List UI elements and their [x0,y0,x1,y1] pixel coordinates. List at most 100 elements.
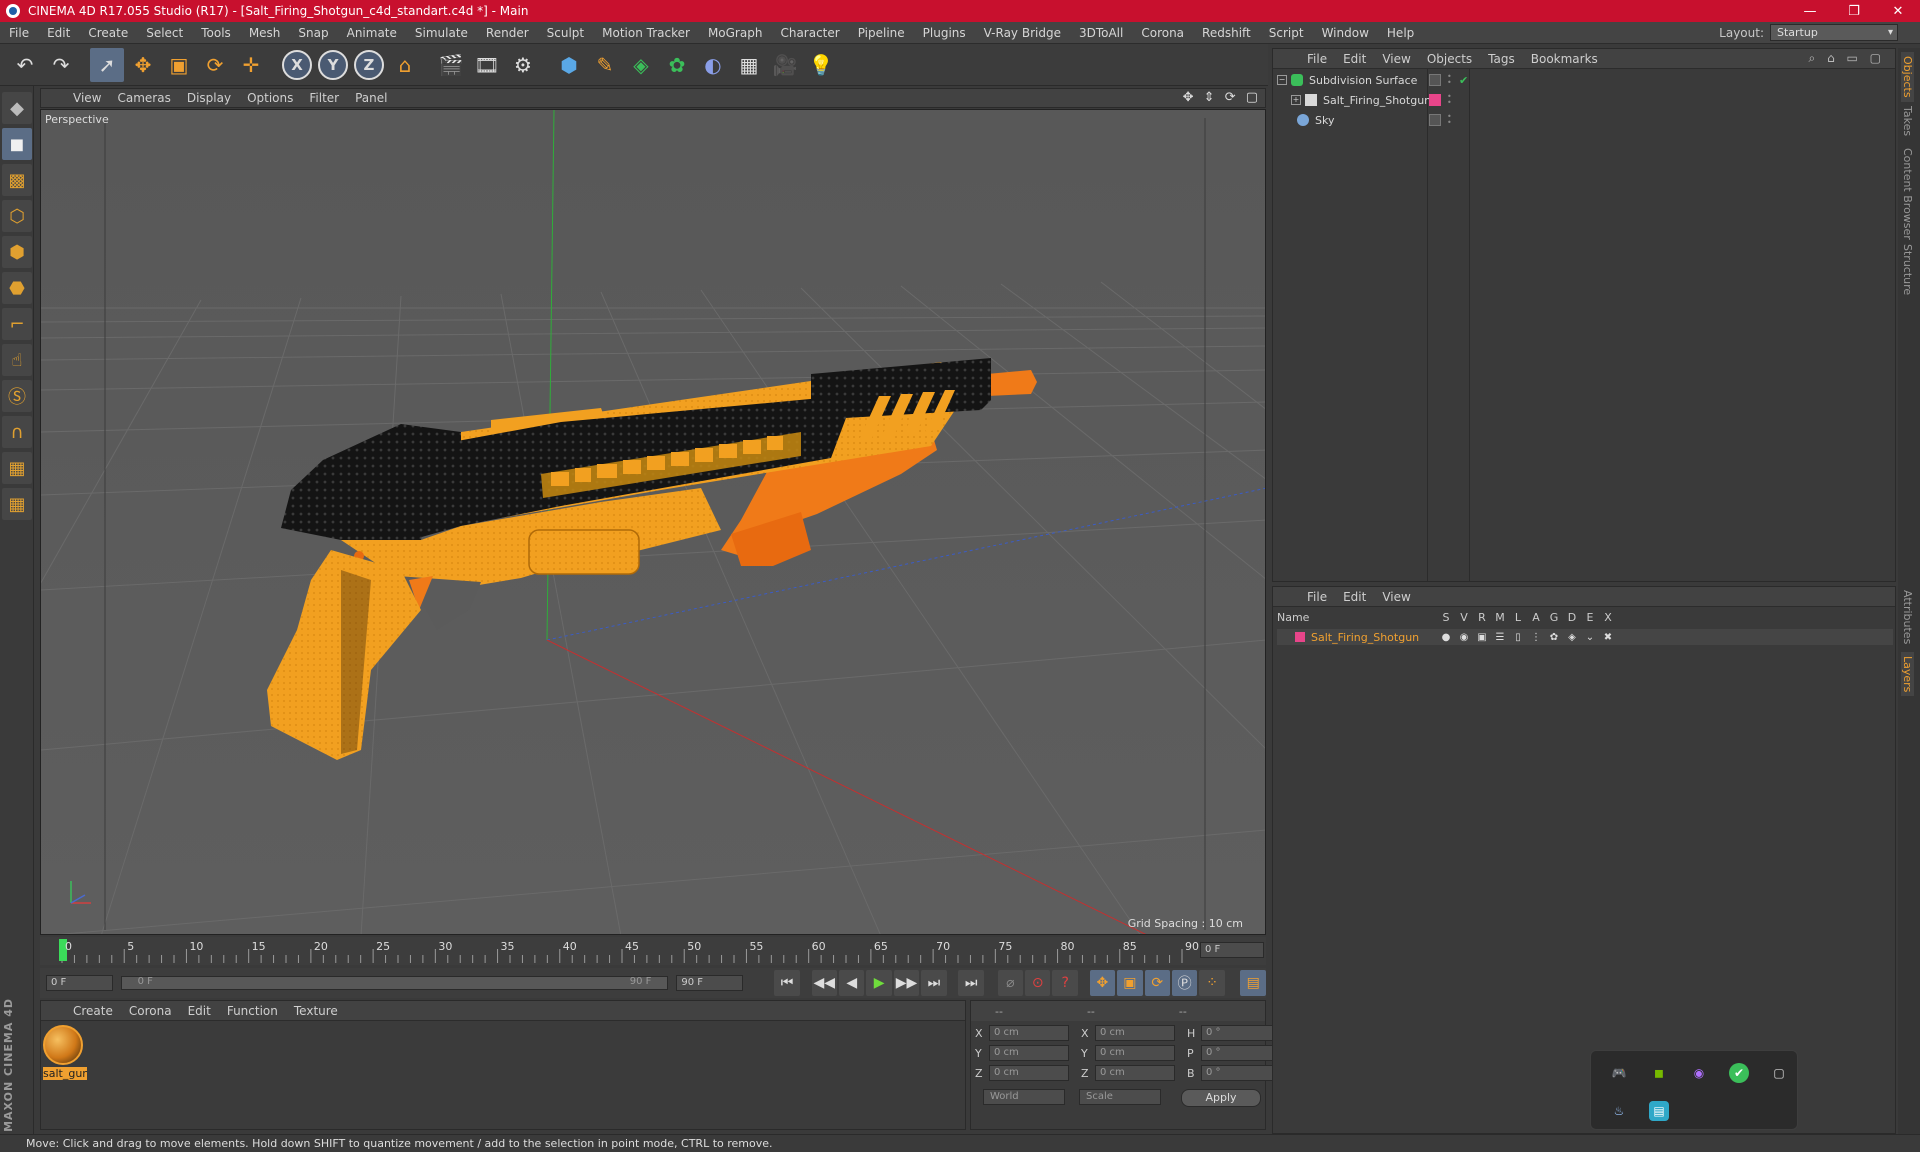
key-parameter-icon[interactable]: Ⓟ [1171,970,1198,996]
previous-key-icon[interactable]: ◀◀ [811,970,837,996]
object-row-sky[interactable]: Sky • • [1273,111,1895,129]
undo-icon[interactable]: ↶ [8,48,42,82]
perspective-viewport[interactable]: Perspective Grid Spacing : 10 cm [40,109,1266,935]
make-editable-icon[interactable]: ◆ [2,92,32,124]
tab-content-browser[interactable]: Content Browser [1901,148,1914,240]
object-visibility-toggles[interactable]: • • ✔ [1429,73,1468,87]
expand-icon[interactable]: + [1291,95,1301,105]
cloner-icon[interactable]: ✿ [660,48,694,82]
monitor-app-icon[interactable]: ▤ [1649,1101,1669,1121]
menu-simulate[interactable]: Simulate [406,26,477,40]
start-frame-field[interactable]: 0 F [46,975,113,991]
go-to-end-icon[interactable]: ⏭ [958,970,984,996]
material-menu-texture[interactable]: Texture [286,1004,346,1018]
layer-animation-toggle[interactable]: ⋮ [1527,632,1545,643]
discord-icon[interactable]: 🎮 [1609,1063,1629,1083]
menu-file[interactable]: File [0,26,38,40]
pen-spline-icon[interactable]: ✎ [588,48,622,82]
menu-mograph[interactable]: MoGraph [699,26,772,40]
light-icon[interactable]: 💡 [804,48,838,82]
layer-generator-toggle[interactable]: ✿ [1545,632,1563,643]
menu-help[interactable]: Help [1378,26,1423,40]
viewport-menu-filter[interactable]: Filter [301,91,347,105]
model-mode-icon[interactable]: ◼ [2,128,32,160]
close-button[interactable]: ✕ [1876,0,1920,22]
object-menu-objects[interactable]: Objects [1419,52,1480,66]
x-axis-lock-button[interactable]: X [282,49,312,80]
end-frame-field[interactable]: 90 F [676,975,744,991]
cube-primitive-icon[interactable]: ⬢ [552,48,586,82]
layer-menu-edit[interactable]: Edit [1335,590,1374,604]
live-selection-icon[interactable]: ➚ [90,47,124,82]
move-tool-icon[interactable]: ✥ [126,48,160,82]
menu-character[interactable]: Character [771,26,848,40]
current-frame-field[interactable]: 0 F [1200,942,1264,958]
subdivision-surface-icon[interactable]: ◈ [624,48,658,82]
next-frame-icon[interactable]: ▶▶ [893,970,920,996]
position-z-field[interactable]: 0 cm [989,1065,1069,1081]
position-x-field[interactable]: 0 cm [989,1025,1069,1041]
layer-expression-toggle[interactable]: ⌄ [1581,632,1599,643]
last-tool-icon[interactable]: ✛ [234,48,268,82]
menu-corona[interactable]: Corona [1132,26,1193,40]
material-menu-corona[interactable]: Corona [121,1004,180,1018]
object-menu-file[interactable]: File [1299,52,1335,66]
key-rotation-icon[interactable]: ⟳ [1144,970,1170,996]
menu-animate[interactable]: Animate [338,26,406,40]
layer-menu-file[interactable]: File [1299,590,1335,604]
snap-icon[interactable]: ∩ [2,416,32,448]
layer-name-cell[interactable]: Salt_Firing_Shotgun [1277,631,1437,644]
tab-layers[interactable]: Layers [1901,652,1914,697]
layer-xref-toggle[interactable]: ✖ [1599,632,1617,643]
coordinate-mode-dropdown[interactable]: World [983,1089,1065,1105]
menu-sculpt[interactable]: Sculpt [538,26,593,40]
material-menu-function[interactable]: Function [219,1004,286,1018]
y-axis-lock-button[interactable]: Y [318,49,348,80]
next-key-icon[interactable]: ⏭ [921,970,947,996]
render-view-icon[interactable]: 🎬 [434,48,468,82]
rotate-tool-icon[interactable]: ⟳ [198,48,232,82]
security-check-icon[interactable]: ✔ [1729,1063,1749,1083]
minimize-button[interactable]: — [1788,0,1832,22]
tab-takes[interactable]: Takes [1901,106,1914,136]
collapse-icon[interactable]: − [1277,75,1287,85]
key-scale-icon[interactable]: ▣ [1117,970,1143,996]
workplane-icon[interactable]: ⬡ [2,200,32,232]
timeline-ruler[interactable]: 0 5 10 15 20 25 30 35 40 45 50 55 60 65 70 75 80 85 90 0 F [40,937,1266,965]
menu-motion-tracker[interactable]: Motion Tracker [593,26,699,40]
keyframe-selection-icon[interactable]: ? [1052,970,1078,996]
size-y-field[interactable]: 0 cm [1095,1045,1175,1061]
viewport-menu-cameras[interactable]: Cameras [109,91,178,105]
workplane-lock-icon[interactable]: ▦ [2,452,32,484]
size-mode-dropdown[interactable]: Scale [1079,1089,1161,1105]
go-to-start-icon[interactable]: ⏮ [774,970,800,996]
menu-edit[interactable]: Edit [38,26,79,40]
menu-select[interactable]: Select [137,26,192,40]
object-visibility-toggles[interactable]: • • [1429,113,1453,127]
menu-render[interactable]: Render [477,26,538,40]
enabled-check-icon[interactable]: ✔ [1459,74,1468,87]
redo-icon[interactable]: ↷ [44,48,78,82]
material-menu-create[interactable]: Create [65,1004,121,1018]
viewport-menu-options[interactable]: Options [239,91,301,105]
nvidia-icon[interactable]: ◼ [1649,1063,1669,1083]
deformer-icon[interactable]: ◐ [696,48,730,82]
object-menu-bookmarks[interactable]: Bookmarks [1523,52,1606,66]
scale-tool-icon[interactable]: ▣ [162,48,196,82]
frame-range-slider[interactable]: 0 F 90 F [120,976,669,990]
previous-frame-icon[interactable]: ◀ [839,970,865,996]
menu-tools[interactable]: Tools [192,26,240,40]
floor-icon[interactable]: ▦ [732,48,766,82]
menu-snap[interactable]: Snap [289,26,337,40]
rotation-h-field[interactable]: 0 ° [1201,1025,1273,1041]
maximize-button[interactable]: ❐ [1832,0,1876,22]
viewport-menu-view[interactable]: View [65,91,109,105]
layer-row[interactable]: Salt_Firing_Shotgun ● ◉ ▣ ☰ ▯ ⋮ ✿ ◈ ⌄ ✖ [1277,629,1893,645]
render-settings-icon[interactable]: ⚙ [506,48,540,82]
layer-lock-toggle[interactable]: ▯ [1509,632,1527,643]
record-keyframe-icon[interactable]: ⌀ [997,970,1024,996]
size-x-field[interactable]: 0 cm [1095,1025,1175,1041]
layer-render-toggle[interactable]: ▣ [1473,632,1491,643]
coordinate-system-icon[interactable]: ⌂ [388,48,422,82]
camera-icon[interactable]: 🎥 [768,48,802,82]
